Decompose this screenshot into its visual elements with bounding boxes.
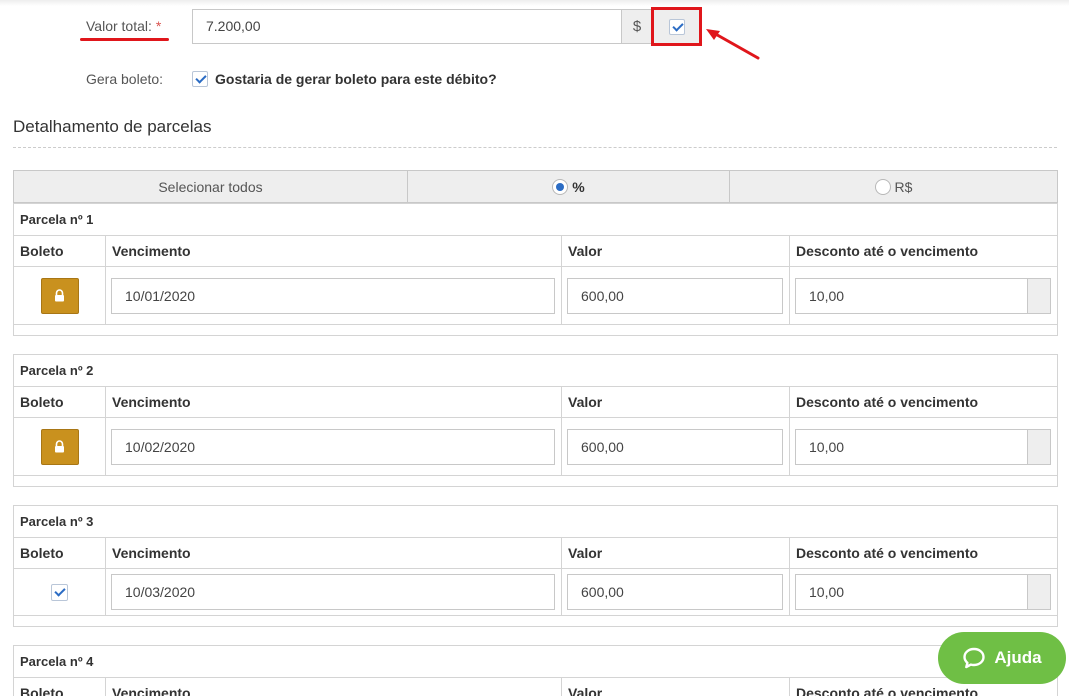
table-header: Boleto Vencimento Valor Desconto até o v… [14, 678, 1057, 696]
gera-boleto-checkbox[interactable] [192, 71, 208, 87]
valor-input[interactable]: 600,00 [567, 428, 783, 465]
parcela-panel-1: Parcela nº 1 Boleto Vencimento Valor Des… [13, 203, 1058, 336]
col-desconto-header: Desconto até o vencimento [796, 394, 979, 410]
valor-input[interactable]: 600,00 [567, 574, 783, 610]
selection-toolbar: Selecionar todos % R$ [13, 170, 1058, 203]
desconto-input[interactable]: 10,00 [795, 574, 1027, 610]
help-label: Ajuda [994, 648, 1042, 667]
col-valor-header: Valor [562, 387, 790, 417]
col-boleto-header: Boleto [14, 538, 106, 568]
parcela-title: Parcela nº 3 [14, 506, 1057, 538]
panel-footer [14, 324, 1057, 335]
percent-option[interactable]: % [408, 171, 730, 202]
col-vencimento-header: Vencimento [106, 236, 562, 266]
section-divider [13, 147, 1057, 148]
percent-label: % [572, 178, 585, 195]
col-boleto-header: Boleto [14, 236, 106, 266]
red-underline-annotation [80, 38, 169, 41]
currency-label: R$ [894, 178, 913, 195]
parcela-title: Parcela nº 1 [14, 204, 1057, 236]
desconto-input[interactable]: 10,00 [795, 277, 1027, 314]
table-row: 10/03/2020 600,00 10,00 [14, 569, 1057, 615]
parcela-panel-4: Parcela nº 4 Boleto Vencimento Valor Des… [13, 645, 1058, 696]
table-header: Boleto Vencimento Valor Desconto até o v… [14, 538, 1057, 569]
col-desconto-header: Desconto até o vencimento [796, 243, 979, 259]
desconto-input[interactable]: 10,00 [795, 428, 1027, 465]
col-valor-header: Valor [562, 236, 790, 266]
red-arrow-annotation [706, 29, 760, 60]
panel-footer [14, 475, 1057, 486]
parcela-panel-3: Parcela nº 3 Boleto Vencimento Valor Des… [13, 505, 1058, 627]
table-header: Boleto Vencimento Valor Desconto até o v… [14, 236, 1057, 267]
table-row: 10/02/2020 600,00 10,00 [14, 418, 1057, 475]
chat-bubble-icon [963, 647, 986, 669]
lock-icon [55, 289, 64, 302]
table-header: Boleto Vencimento Valor Desconto até o v… [14, 387, 1057, 418]
desconto-addon [1027, 428, 1051, 465]
currency-option[interactable]: R$ [730, 171, 1057, 202]
col-vencimento-header: Vencimento [106, 387, 562, 417]
top-shadow [0, 0, 1069, 6]
currency-radio[interactable] [874, 178, 891, 195]
help-button[interactable]: Ajuda [938, 632, 1066, 684]
boleto-lock-button[interactable] [40, 428, 79, 465]
parcela-panel-2: Parcela nº 2 Boleto Vencimento Valor Des… [13, 354, 1058, 487]
desconto-addon [1027, 574, 1051, 610]
col-valor-header: Valor [562, 678, 790, 696]
col-desconto-header: Desconto até o vencimento [796, 545, 979, 561]
red-highlight-box-annotation [651, 7, 702, 46]
boleto-lock-button[interactable] [40, 277, 79, 314]
col-vencimento-header: Vencimento [106, 538, 562, 568]
vencimento-input[interactable]: 10/03/2020 [111, 574, 555, 610]
parcela-title: Parcela nº 4 [14, 646, 1057, 678]
lock-icon [55, 440, 64, 453]
valor-total-label: Valor total: * [86, 18, 162, 34]
col-boleto-header: Boleto [14, 678, 106, 696]
gera-boleto-label: Gera boleto: [86, 71, 164, 87]
valor-total-input[interactable]: 7.200,00 [192, 9, 622, 44]
panel-footer [14, 615, 1057, 626]
section-title: Detalhamento de parcelas [13, 117, 212, 136]
percent-radio[interactable] [552, 178, 569, 195]
desconto-addon [1027, 277, 1051, 314]
currency-addon: $ [621, 9, 653, 44]
col-boleto-header: Boleto [14, 387, 106, 417]
boleto-checkbox[interactable] [51, 583, 68, 601]
table-row: 10/01/2020 600,00 10,00 [14, 267, 1057, 324]
vencimento-input[interactable]: 10/02/2020 [111, 428, 555, 465]
col-valor-header: Valor [562, 538, 790, 568]
valor-input[interactable]: 600,00 [567, 277, 783, 314]
required-asterisk: * [155, 18, 162, 34]
gera-boleto-text[interactable]: Gostaria de gerar boleto para este débit… [215, 71, 497, 87]
parcela-title: Parcela nº 2 [14, 355, 1057, 387]
col-vencimento-header: Vencimento [106, 678, 562, 696]
select-all-button[interactable]: Selecionar todos [14, 171, 408, 202]
vencimento-input[interactable]: 10/01/2020 [111, 277, 555, 314]
